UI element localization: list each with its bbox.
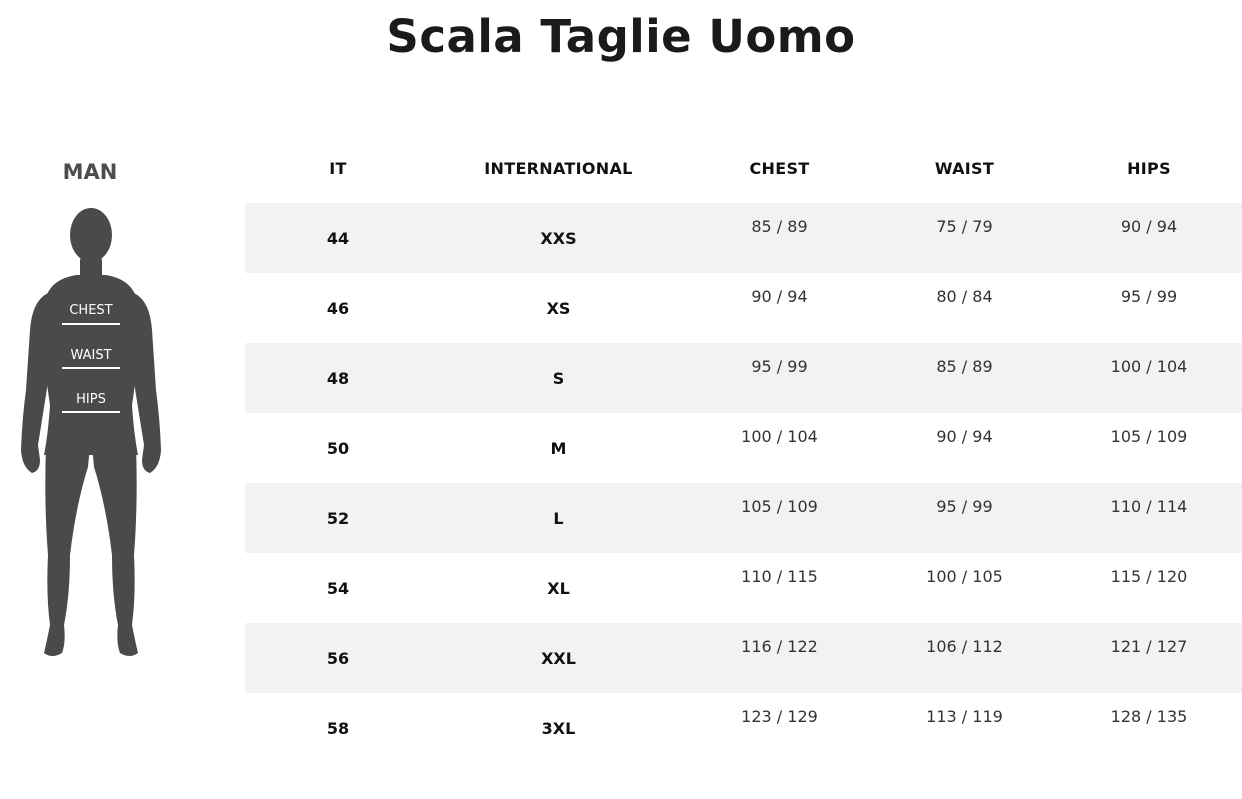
table-row: 56 XXL 116 / 122 106 / 112 121 / 127 <box>245 623 1242 693</box>
cell-international: XXS <box>540 228 577 248</box>
table-header-row: IT INTERNATIONAL CHEST WAIST HIPS <box>245 133 1242 203</box>
cell-waist: 75 / 79 <box>936 217 993 236</box>
waist-marker-line <box>62 367 120 369</box>
cell-hips: 100 / 104 <box>1110 357 1188 376</box>
cell-hips: 95 / 99 <box>1120 287 1178 306</box>
cell-it: 52 <box>326 508 350 528</box>
header-it: IT <box>329 158 347 178</box>
cell-hips: 90 / 94 <box>1120 217 1178 236</box>
cell-hips: 128 / 135 <box>1110 707 1188 726</box>
cell-chest: 110 / 115 <box>741 567 818 586</box>
cell-waist: 100 / 105 <box>926 567 1003 586</box>
table-row: 48 S 95 / 99 85 / 89 100 / 104 <box>245 343 1242 413</box>
cell-it: 48 <box>326 368 350 388</box>
chest-marker-label: CHEST <box>69 303 113 318</box>
table-row: 54 XL 110 / 115 100 / 105 115 / 120 <box>245 553 1242 623</box>
cell-waist: 85 / 89 <box>936 357 993 376</box>
cell-international: XXL <box>541 648 576 668</box>
cell-hips: 115 / 120 <box>1110 567 1188 586</box>
cell-waist: 113 / 119 <box>926 707 1003 726</box>
chest-marker-line <box>62 323 120 325</box>
cell-it: 54 <box>326 578 350 598</box>
cell-chest: 105 / 109 <box>741 497 818 516</box>
cell-international: S <box>552 368 565 388</box>
cell-it: 56 <box>326 648 350 668</box>
cell-waist: 80 / 84 <box>936 287 993 306</box>
cell-hips: 105 / 109 <box>1110 427 1188 446</box>
table-row: 52 L 105 / 109 95 / 99 110 / 114 <box>245 483 1242 553</box>
cell-hips: 121 / 127 <box>1110 637 1188 656</box>
cell-hips: 110 / 114 <box>1110 497 1188 516</box>
hips-marker-line <box>62 411 120 413</box>
cell-it: 46 <box>326 298 350 318</box>
cell-international: L <box>553 508 564 528</box>
cell-it: 44 <box>326 228 350 248</box>
hips-marker-label: HIPS <box>76 392 106 407</box>
header-international: INTERNATIONAL <box>484 158 633 178</box>
cell-it: 58 <box>326 718 350 738</box>
cell-chest: 123 / 129 <box>741 707 818 726</box>
header-waist: WAIST <box>934 158 995 178</box>
cell-chest: 116 / 122 <box>741 637 818 656</box>
cell-waist: 95 / 99 <box>936 497 993 516</box>
header-hips: HIPS <box>1127 158 1171 178</box>
figure-label: MAN <box>62 160 118 184</box>
table-row: 46 XS 90 / 94 80 / 84 95 / 99 <box>245 273 1242 343</box>
header-chest: CHEST <box>749 158 810 178</box>
size-table: IT INTERNATIONAL CHEST WAIST HIPS 44 XXS… <box>245 133 1242 763</box>
waist-marker-label: WAIST <box>70 348 112 363</box>
cell-international: XL <box>547 578 570 598</box>
cell-international: XS <box>546 298 571 318</box>
table-row: 50 M 100 / 104 90 / 94 105 / 109 <box>245 413 1242 483</box>
cell-it: 50 <box>326 438 350 458</box>
cell-international: 3XL <box>541 718 576 738</box>
cell-international: M <box>550 438 567 458</box>
body-silhouette: CHEST WAIST HIPS <box>18 205 164 660</box>
cell-chest: 95 / 99 <box>751 357 808 376</box>
cell-chest: 100 / 104 <box>741 427 818 446</box>
cell-chest: 85 / 89 <box>751 217 808 236</box>
table-row: 44 XXS 85 / 89 75 / 79 90 / 94 <box>245 203 1242 273</box>
man-silhouette-icon <box>21 208 161 656</box>
cell-chest: 90 / 94 <box>751 287 808 306</box>
cell-waist: 90 / 94 <box>936 427 993 446</box>
page-title: Scala Taglie Uomo <box>386 10 856 63</box>
cell-waist: 106 / 112 <box>926 637 1003 656</box>
table-row: 58 3XL 123 / 129 113 / 119 128 / 135 <box>245 693 1242 763</box>
